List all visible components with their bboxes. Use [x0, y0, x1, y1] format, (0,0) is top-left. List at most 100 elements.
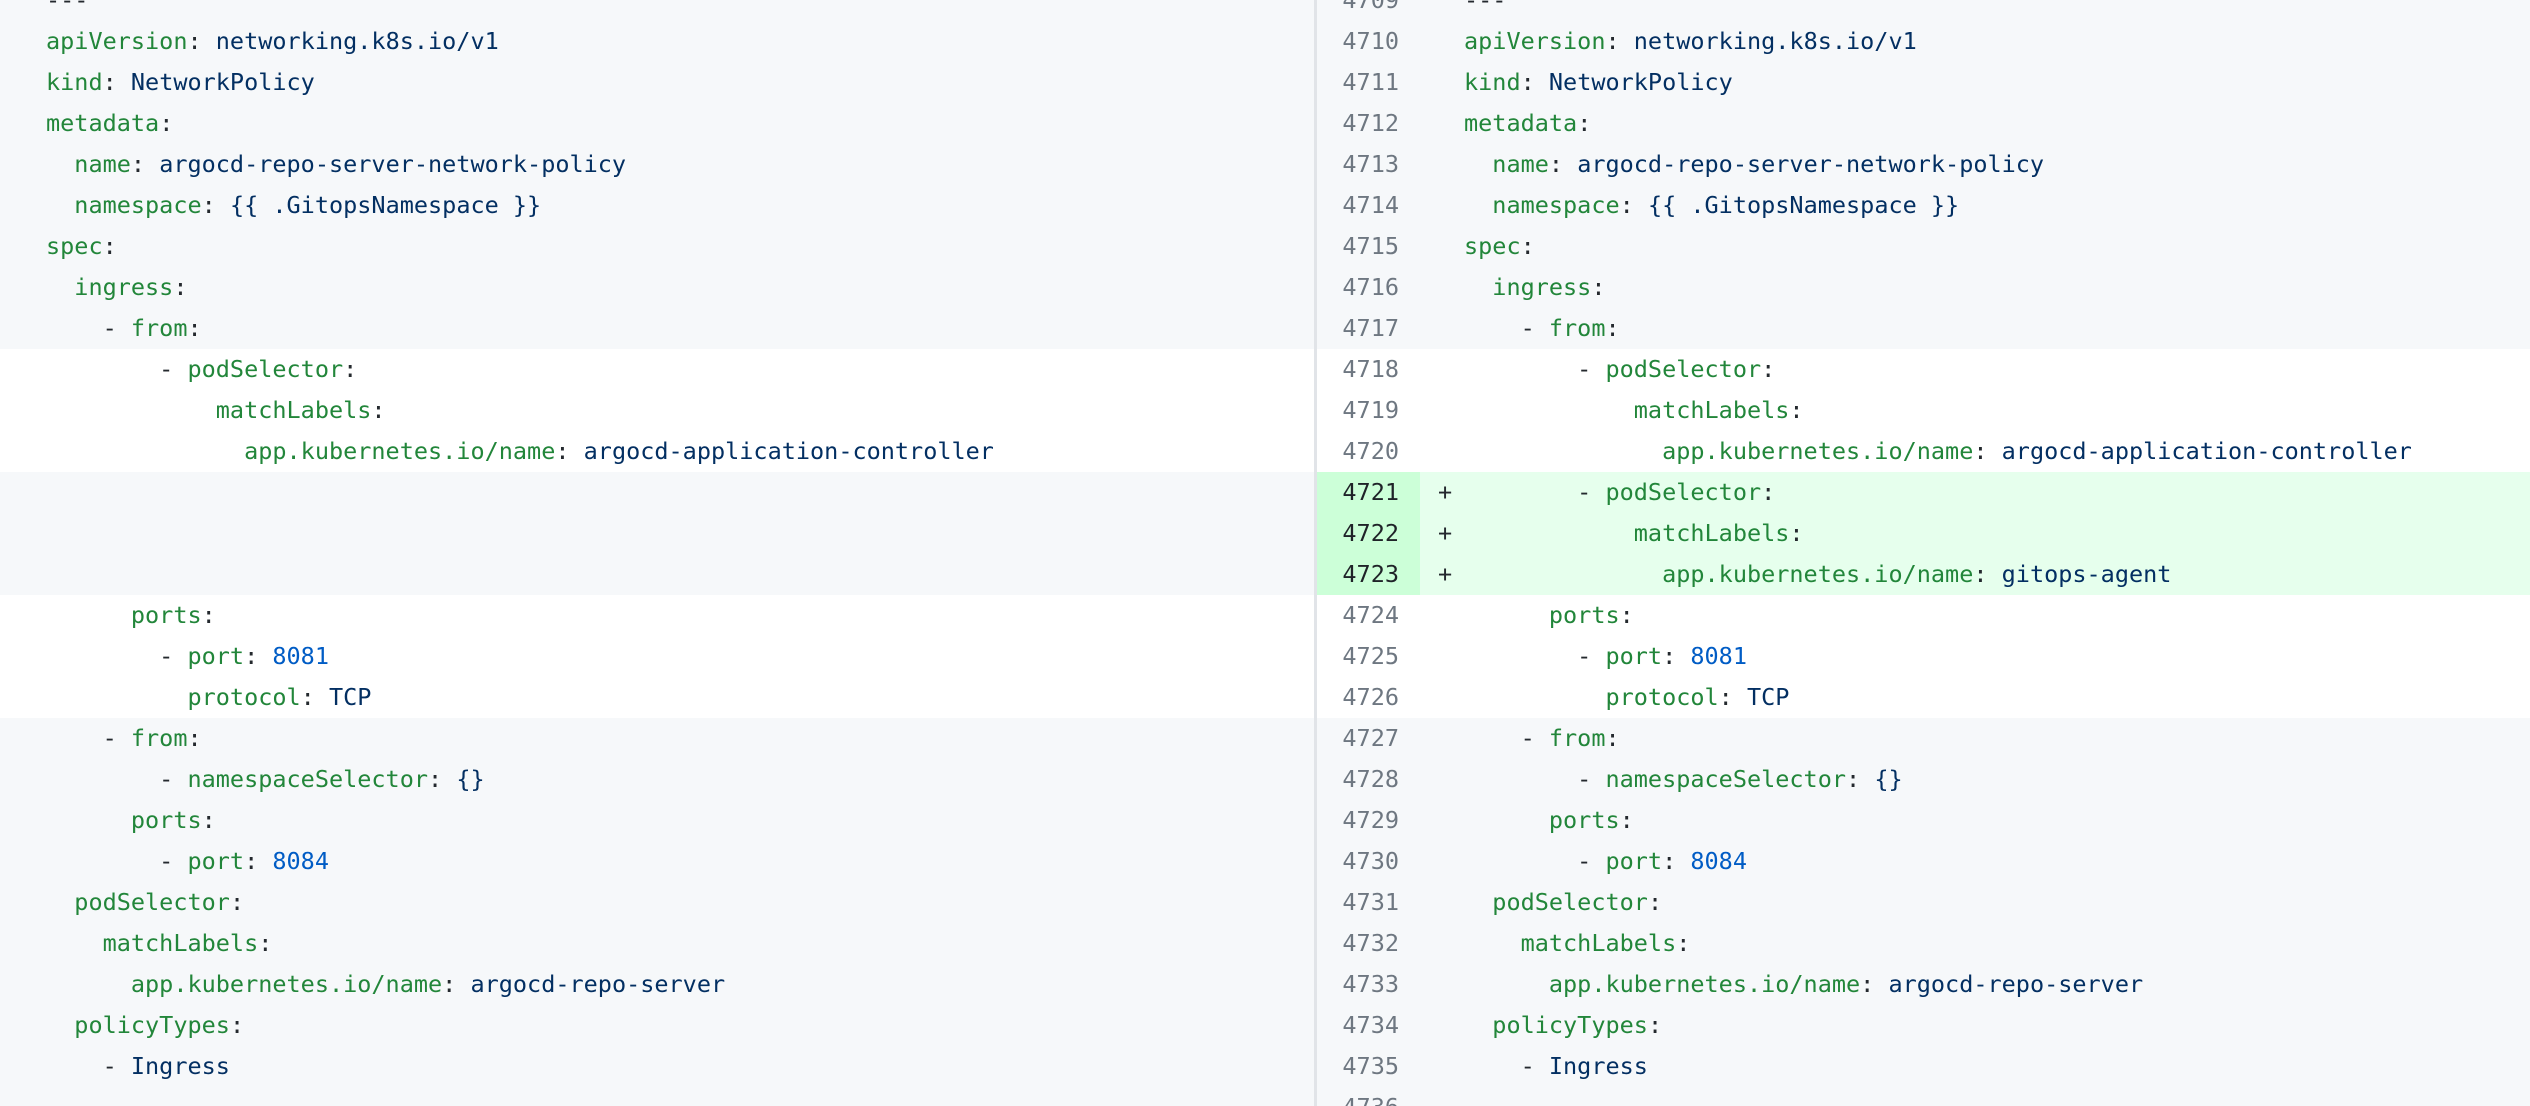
new-line-number[interactable]: 4722	[1317, 513, 1420, 554]
new-line-number[interactable]: 4732	[1317, 923, 1420, 964]
new-line-number[interactable]: 4718	[1317, 349, 1420, 390]
diff-row: - namespaceSelector: {}4728 - namespaceS…	[0, 759, 2530, 800]
new-code-cell: metadata:	[1420, 103, 2530, 144]
new-line-number[interactable]: 4728	[1317, 759, 1420, 800]
new-code-cell: - from:	[1420, 718, 2530, 759]
new-code-cell: spec:	[1420, 226, 2530, 267]
new-line-number[interactable]: 4723	[1317, 554, 1420, 595]
diff-row: app.kubernetes.io/name: argocd-applicati…	[0, 431, 2530, 472]
added-marker: +	[1438, 472, 1464, 513]
old-code-cell: matchLabels:	[0, 923, 1314, 964]
old-code-cell: - from:	[0, 718, 1314, 759]
diff-row: spec:4715spec:	[0, 226, 2530, 267]
new-code-cell: ports:	[1420, 595, 2530, 636]
new-code-cell: ports:	[1420, 800, 2530, 841]
new-code-cell: - namespaceSelector: {}	[1420, 759, 2530, 800]
old-code-cell: ---	[0, 1087, 1314, 1106]
new-line-number[interactable]: 4736	[1317, 1087, 1420, 1106]
old-code-cell: podSelector:	[0, 882, 1314, 923]
diff-row: 4723+ app.kubernetes.io/name: gitops-age…	[0, 554, 2530, 595]
new-line-number[interactable]: 4720	[1317, 431, 1420, 472]
old-code-cell: kind: NetworkPolicy	[0, 62, 1314, 103]
new-line-number[interactable]: 4727	[1317, 718, 1420, 759]
new-line-number[interactable]: 4731	[1317, 882, 1420, 923]
split-diff: ---4709---apiVersion: networking.k8s.io/…	[0, 0, 2530, 1106]
old-code-cell: - port: 8084	[0, 841, 1314, 882]
diff-row: apiVersion: networking.k8s.io/v14710apiV…	[0, 21, 2530, 62]
old-code-cell: - from:	[0, 308, 1314, 349]
new-line-number[interactable]: 4710	[1317, 21, 1420, 62]
new-line-number[interactable]: 4719	[1317, 390, 1420, 431]
old-code-cell: policyTypes:	[0, 1005, 1314, 1046]
new-line-number[interactable]: 4709	[1317, 0, 1420, 21]
old-code-cell: ports:	[0, 595, 1314, 636]
old-code-cell: ---	[0, 0, 1314, 21]
new-line-number[interactable]: 4712	[1317, 103, 1420, 144]
old-code-cell: - port: 8081	[0, 636, 1314, 677]
old-code-placeholder	[0, 472, 1314, 513]
new-line-number[interactable]: 4724	[1317, 595, 1420, 636]
old-code-cell: - namespaceSelector: {}	[0, 759, 1314, 800]
new-code-cell: name: argocd-repo-server-network-policy	[1420, 144, 2530, 185]
old-code-cell: protocol: TCP	[0, 677, 1314, 718]
new-line-number[interactable]: 4713	[1317, 144, 1420, 185]
diff-row: metadata:4712metadata:	[0, 103, 2530, 144]
diff-row: - port: 80844730 - port: 8084	[0, 841, 2530, 882]
diff-row: podSelector:4731 podSelector:	[0, 882, 2530, 923]
new-code-cell: podSelector:	[1420, 882, 2530, 923]
old-code-placeholder	[0, 513, 1314, 554]
new-code-cell: + - podSelector:	[1420, 472, 2530, 513]
diff-row: matchLabels:4732 matchLabels:	[0, 923, 2530, 964]
old-code-cell: ports:	[0, 800, 1314, 841]
new-line-number[interactable]: 4733	[1317, 964, 1420, 1005]
diff-rows: ---4709---apiVersion: networking.k8s.io/…	[0, 0, 2530, 1106]
added-marker: +	[1438, 554, 1464, 595]
diff-row: ---4736---	[0, 1087, 2530, 1106]
new-code-cell: - port: 8084	[1420, 841, 2530, 882]
diff-row: policyTypes:4734 policyTypes:	[0, 1005, 2530, 1046]
new-code-cell: policyTypes:	[1420, 1005, 2530, 1046]
diff-row: - port: 80814725 - port: 8081	[0, 636, 2530, 677]
old-code-cell: ingress:	[0, 267, 1314, 308]
old-code-cell: app.kubernetes.io/name: argocd-applicati…	[0, 431, 1314, 472]
new-code-cell: ingress:	[1420, 267, 2530, 308]
old-code-cell: spec:	[0, 226, 1314, 267]
new-line-number[interactable]: 4715	[1317, 226, 1420, 267]
new-line-number[interactable]: 4730	[1317, 841, 1420, 882]
diff-row: kind: NetworkPolicy4711kind: NetworkPoli…	[0, 62, 2530, 103]
new-line-number[interactable]: 4721	[1317, 472, 1420, 513]
new-code-cell: - Ingress	[1420, 1046, 2530, 1087]
diff-row: - podSelector:4718 - podSelector:	[0, 349, 2530, 390]
new-line-number[interactable]: 4717	[1317, 308, 1420, 349]
new-line-number[interactable]: 4729	[1317, 800, 1420, 841]
new-code-cell: ---	[1420, 0, 2530, 21]
diff-row: name: argocd-repo-server-network-policy4…	[0, 144, 2530, 185]
new-line-number[interactable]: 4725	[1317, 636, 1420, 677]
new-line-number[interactable]: 4735	[1317, 1046, 1420, 1087]
new-line-number[interactable]: 4711	[1317, 62, 1420, 103]
new-code-cell: - from:	[1420, 308, 2530, 349]
new-code-cell: protocol: TCP	[1420, 677, 2530, 718]
new-code-cell: ---	[1420, 1087, 2530, 1106]
new-line-number[interactable]: 4714	[1317, 185, 1420, 226]
diff-row: ports:4724 ports:	[0, 595, 2530, 636]
new-code-cell: namespace: {{ .GitopsNamespace }}	[1420, 185, 2530, 226]
new-code-cell: apiVersion: networking.k8s.io/v1	[1420, 21, 2530, 62]
new-code-cell: kind: NetworkPolicy	[1420, 62, 2530, 103]
old-code-cell: namespace: {{ .GitopsNamespace }}	[0, 185, 1314, 226]
new-code-cell: app.kubernetes.io/name: argocd-repo-serv…	[1420, 964, 2530, 1005]
diff-row: ports:4729 ports:	[0, 800, 2530, 841]
new-code-cell: + app.kubernetes.io/name: gitops-agent	[1420, 554, 2530, 595]
old-code-cell: apiVersion: networking.k8s.io/v1	[0, 21, 1314, 62]
diff-row: - Ingress4735 - Ingress	[0, 1046, 2530, 1087]
diff-row: 4722+ matchLabels:	[0, 513, 2530, 554]
new-line-number[interactable]: 4716	[1317, 267, 1420, 308]
diff-row: - from:4717 - from:	[0, 308, 2530, 349]
old-code-cell: - Ingress	[0, 1046, 1314, 1087]
old-code-cell: metadata:	[0, 103, 1314, 144]
diff-row: ingress:4716 ingress:	[0, 267, 2530, 308]
new-line-number[interactable]: 4726	[1317, 677, 1420, 718]
old-code-cell: name: argocd-repo-server-network-policy	[0, 144, 1314, 185]
old-code-cell: matchLabels:	[0, 390, 1314, 431]
new-line-number[interactable]: 4734	[1317, 1005, 1420, 1046]
